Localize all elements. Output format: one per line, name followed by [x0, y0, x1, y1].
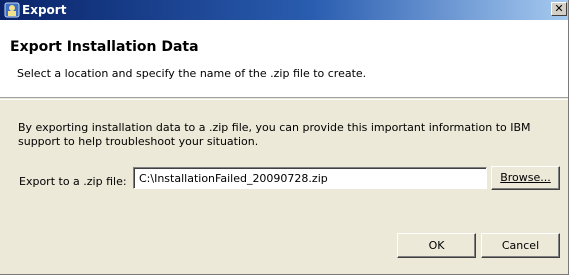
export-dialog: Export ✕ Export Installation Data Select…	[0, 0, 569, 275]
cancel-button[interactable]: Cancel	[481, 233, 560, 258]
browse-button-label: Browse...	[500, 171, 551, 184]
browse-button[interactable]: Browse...	[491, 166, 560, 190]
page-title: Export Installation Data	[10, 39, 199, 55]
export-path-input[interactable]	[133, 167, 487, 189]
export-path-label: Export to a .zip file:	[19, 175, 127, 188]
window-title: Export	[22, 3, 67, 17]
info-text: By exporting installation data to a .zip…	[18, 121, 531, 148]
page-description: Select a location and specify the name o…	[17, 67, 367, 80]
title-bar[interactable]: Export ✕	[0, 0, 568, 20]
installation-manager-icon	[4, 2, 20, 18]
close-icon[interactable]: ✕	[551, 2, 567, 16]
header-divider	[0, 99, 568, 100]
ok-button[interactable]: OK	[397, 233, 476, 258]
wizard-header: Export Installation Data Select a locati…	[0, 20, 568, 98]
